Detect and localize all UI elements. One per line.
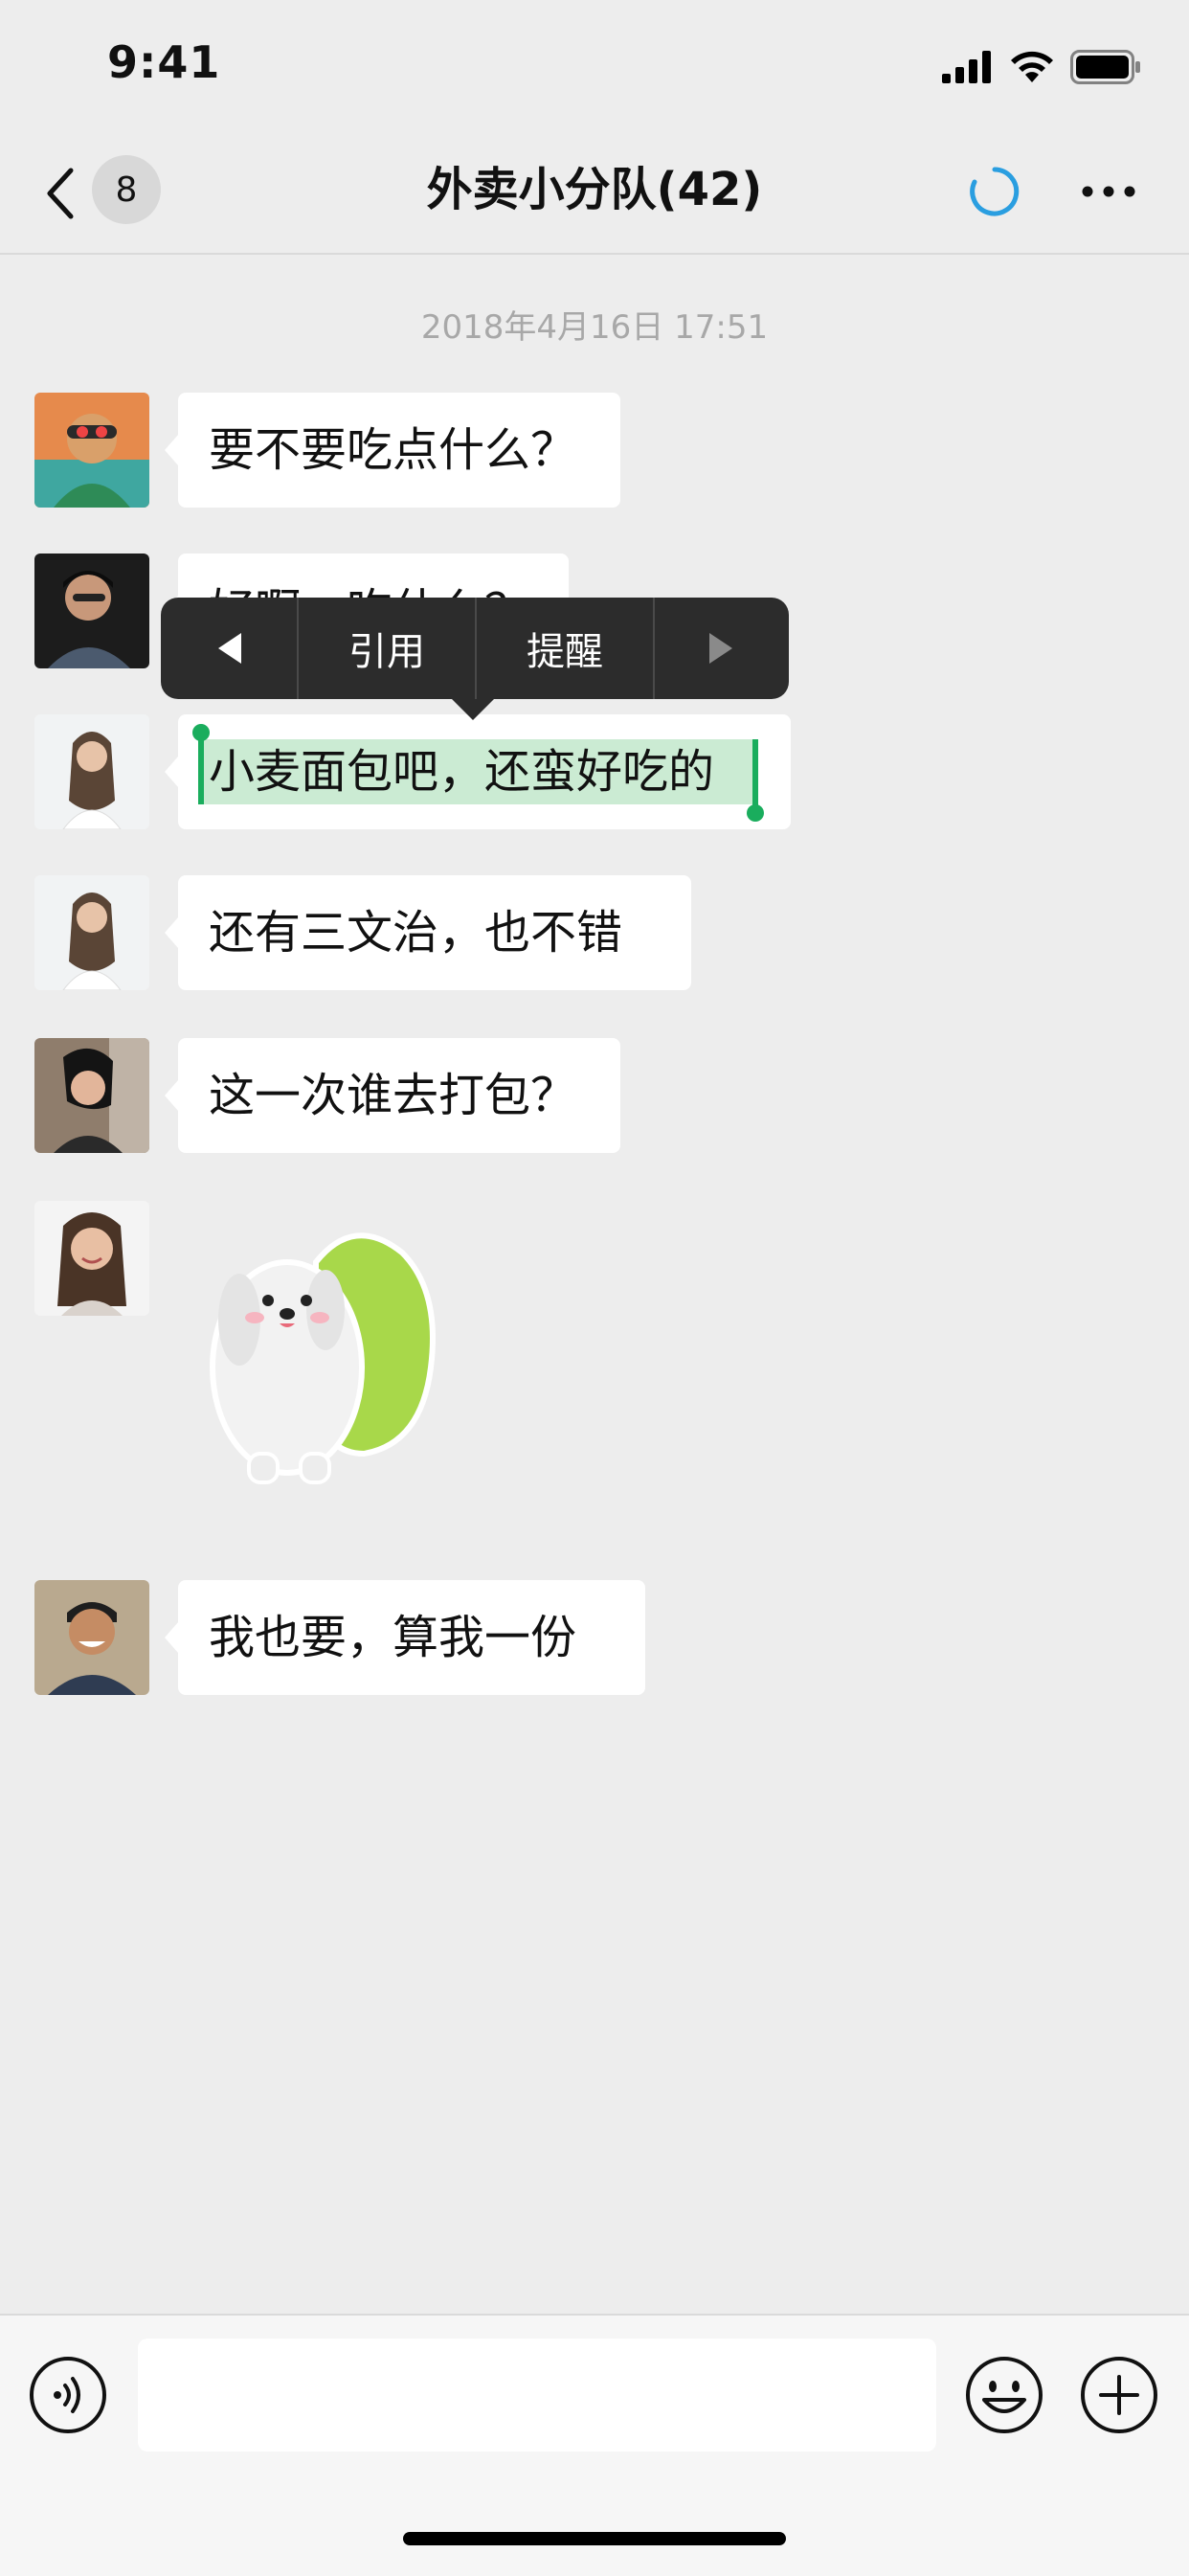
message-input[interactable] [138, 2339, 936, 2452]
triangle-right-icon [709, 633, 732, 664]
message-bubble[interactable]: 我也要，算我一份 [165, 1580, 645, 1695]
input-bar [0, 2314, 1189, 2576]
avatar[interactable] [34, 1580, 149, 1695]
chat-timestamp: 2018年4月16日 17:51 [420, 308, 769, 347]
avatar[interactable] [34, 554, 149, 668]
message-bubble[interactable]: 还有三文治，也不错 [165, 875, 691, 990]
wifi-icon [1011, 51, 1053, 82]
emoji-icon[interactable] [965, 2356, 1043, 2434]
avatar[interactable] [34, 393, 149, 508]
selection-start-handle[interactable] [198, 735, 204, 804]
unread-count-badge[interactable]: 8 [92, 155, 161, 224]
battery-icon [1070, 50, 1140, 84]
signal-icon [942, 51, 991, 83]
voice-input-icon[interactable] [29, 2356, 107, 2434]
nav-bar: 8 外卖小分队(42) [0, 134, 1189, 255]
menu-item-remind[interactable]: 提醒 [477, 598, 653, 699]
dog-sticker[interactable] [201, 1214, 450, 1492]
menu-next-button[interactable] [655, 598, 789, 699]
more-options-icon[interactable] [1080, 180, 1137, 203]
menu-prev-button[interactable] [161, 598, 297, 699]
status-icons [942, 48, 1141, 86]
selection-start-dot[interactable] [192, 724, 210, 741]
status-bar: 9:41 [0, 0, 1189, 134]
avatar[interactable] [34, 875, 149, 990]
message-bubble[interactable]: 小麦面包吧，还蛮好吃的 [165, 714, 791, 829]
chat-screen: 9:41 8 外卖小分队(42) 2018年4月16日 17:51 要不要吃点什… [0, 0, 1189, 2576]
menu-item-quote[interactable]: 引用 [299, 598, 475, 699]
selection-end-handle[interactable] [752, 739, 758, 808]
status-time: 9:41 [107, 36, 221, 88]
avatar[interactable] [34, 714, 149, 829]
chat-title: 外卖小分队(42) [426, 163, 763, 216]
message-text: 小麦面包吧，还蛮好吃的 [209, 745, 715, 799]
message-bubble[interactable]: 要不要吃点什么？ [165, 393, 620, 508]
back-chevron-icon[interactable] [38, 163, 80, 224]
triangle-left-icon [218, 633, 241, 664]
avatar[interactable] [34, 1201, 149, 1316]
selection-end-dot[interactable] [747, 804, 764, 822]
home-indicator [403, 2532, 786, 2545]
loading-spinner-icon [970, 167, 1020, 216]
text-context-menu: 引用 提醒 [161, 598, 789, 720]
message-bubble[interactable]: 这一次谁去打包？ [165, 1038, 620, 1153]
avatar[interactable] [34, 1038, 149, 1153]
plus-icon[interactable] [1080, 2356, 1158, 2434]
